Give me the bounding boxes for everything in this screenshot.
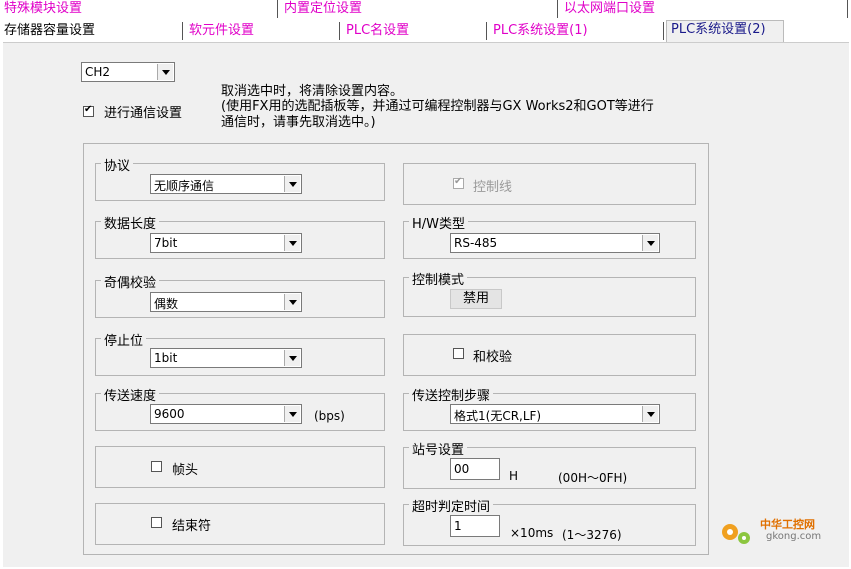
station-no-group: 站号设置: [403, 439, 696, 489]
tab-ethernet-port[interactable]: 以太网端口设置: [560, 0, 848, 18]
station-no-value: 00: [454, 462, 470, 476]
chevron-down-icon[interactable]: [284, 176, 300, 192]
timeout-legend: 超时判定时间: [409, 496, 494, 515]
tab-device-settings[interactable]: 软元件设置: [185, 22, 340, 40]
control-mode-legend: 控制模式: [409, 269, 468, 288]
watermark-text-cn: 中华工控网: [760, 518, 815, 531]
header-group: [95, 446, 385, 488]
protocol-select[interactable]: 无顺序通信: [150, 174, 302, 194]
tab-row-top: 特殊模块设置 内置定位设置 以太网端口设置: [0, 0, 851, 20]
station-no-range: (00H～0FH): [558, 471, 628, 485]
transfer-control-select[interactable]: 格式1(无CR,LF): [450, 404, 660, 424]
stop-bit-value: 1bit: [154, 351, 178, 365]
data-length-legend: 数据长度: [101, 213, 160, 232]
data-length-select[interactable]: 7bit: [150, 233, 302, 253]
chevron-down-icon[interactable]: [284, 294, 300, 310]
timeout-input[interactable]: 1: [450, 515, 500, 537]
sum-check-label: 和校验: [473, 350, 513, 365]
protocol-legend: 协议: [101, 155, 134, 174]
transfer-control-legend: 传送控制步骤: [409, 385, 494, 404]
baud-rate-value: 9600: [154, 407, 185, 421]
hw-type-select[interactable]: RS-485: [450, 233, 660, 253]
parity-legend: 奇偶校验: [101, 272, 160, 291]
chevron-down-icon[interactable]: [284, 350, 300, 366]
chevron-down-icon[interactable]: [157, 64, 173, 80]
protocol-value: 无顺序通信: [154, 179, 215, 193]
timeout-value: 1: [454, 519, 462, 533]
terminator-label: 结束符: [172, 519, 212, 534]
chevron-down-icon[interactable]: [284, 235, 300, 251]
control-line-label: 控制线: [473, 180, 513, 195]
terminator-checkbox[interactable]: [151, 517, 162, 528]
control-line-checkbox: [453, 176, 464, 189]
comm-setting-checkbox[interactable]: [83, 104, 94, 117]
tab-plc-name[interactable]: PLC名设置: [342, 22, 487, 40]
comm-setting-label: 进行通信设置: [104, 106, 183, 121]
chevron-down-icon[interactable]: [642, 235, 658, 251]
sum-check-group: [403, 334, 696, 376]
hw-type-value: RS-485: [454, 236, 498, 250]
stop-bit-legend: 停止位: [101, 330, 147, 349]
chevron-down-icon[interactable]: [642, 406, 658, 422]
sum-check-checkbox[interactable]: [453, 348, 464, 359]
tab-memory-capacity[interactable]: 存储器容量设置: [0, 22, 183, 40]
tab-special-module[interactable]: 特殊模块设置: [0, 0, 278, 18]
parity-select[interactable]: 偶数: [150, 292, 302, 312]
tab-plc-system-2[interactable]: PLC系统设置(2): [666, 20, 784, 42]
tab-plc-system-1[interactable]: PLC系统设置(1): [489, 22, 664, 40]
timeout-unit: ×10ms: [510, 526, 554, 540]
hw-type-legend: H/W类型: [409, 213, 469, 232]
terminator-group: [95, 503, 385, 545]
watermark-logo: 中华工控网 gkong.com: [716, 514, 846, 550]
channel-value: CH2: [85, 65, 111, 79]
control-mode-group: 控制模式: [403, 269, 696, 317]
notice-line-3: 通信时，请事先取消选中。): [221, 115, 376, 130]
station-no-input[interactable]: 00: [450, 458, 500, 480]
channel-select[interactable]: CH2: [81, 62, 175, 82]
watermark-text-en: gkong.com: [766, 531, 822, 542]
tab-row-bottom: 存储器容量设置 软元件设置 PLC名设置 PLC系统设置(1) PLC系统设置(…: [0, 20, 851, 42]
baud-rate-unit: (bps): [314, 409, 345, 423]
header-checkbox[interactable]: [151, 461, 162, 472]
control-mode-value: 禁用: [450, 289, 502, 309]
station-no-unit: H: [509, 469, 519, 483]
chevron-down-icon[interactable]: [284, 406, 300, 422]
header-label: 帧头: [172, 463, 199, 478]
baud-rate-legend: 传送速度: [101, 385, 160, 404]
station-no-legend: 站号设置: [409, 439, 468, 458]
control-line-group: [403, 163, 696, 205]
stop-bit-select[interactable]: 1bit: [150, 348, 302, 368]
tab-builtin-positioning[interactable]: 内置定位设置: [280, 0, 558, 18]
transfer-control-value: 格式1(无CR,LF): [454, 409, 542, 423]
data-length-value: 7bit: [154, 236, 178, 250]
gear-icon: [722, 524, 750, 544]
parity-value: 偶数: [154, 297, 179, 311]
timeout-range: (1～3276): [562, 528, 622, 542]
baud-rate-select[interactable]: 9600: [150, 404, 302, 424]
